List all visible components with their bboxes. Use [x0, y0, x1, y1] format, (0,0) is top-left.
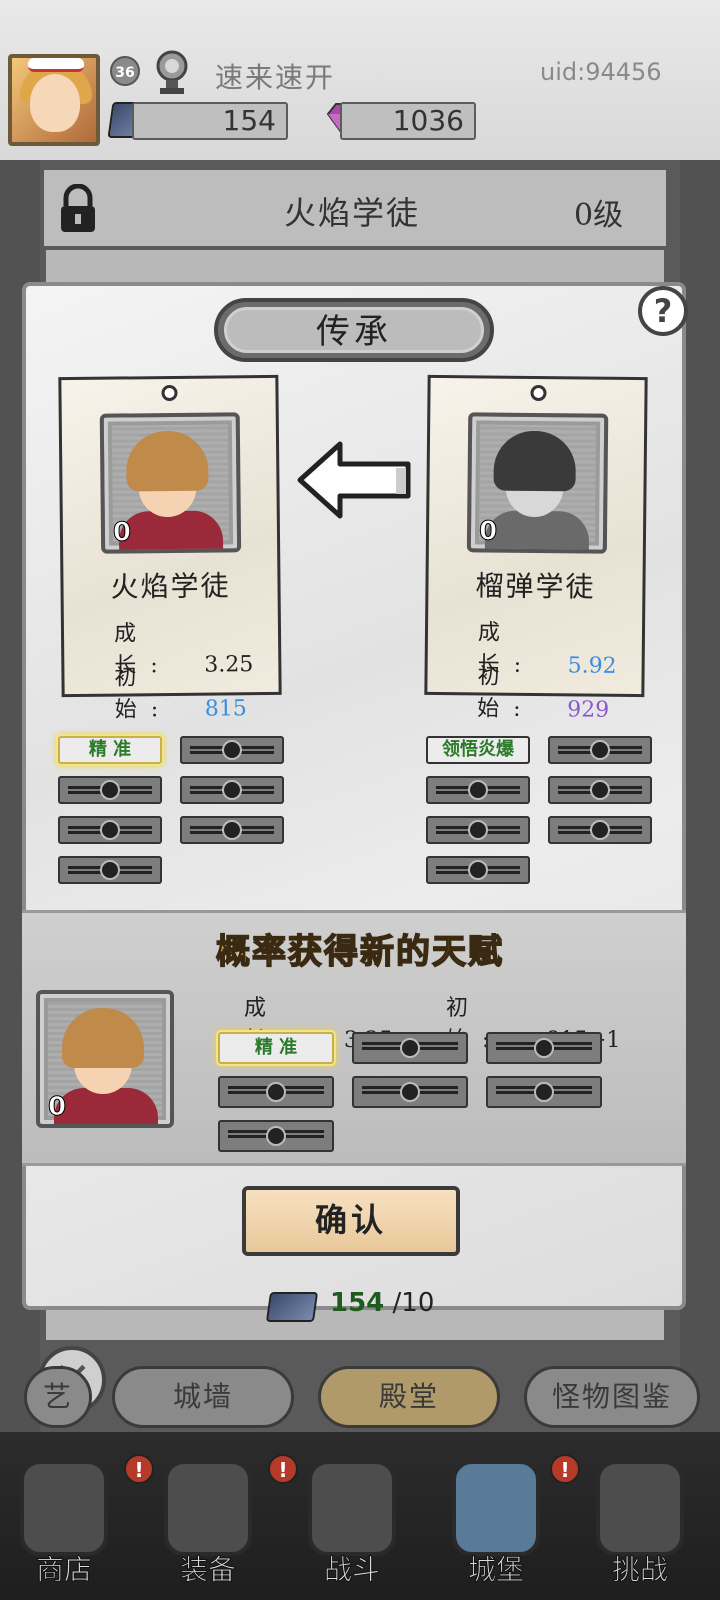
- right-hero-portrait: 0: [466, 412, 609, 554]
- left-hero-card[interactable]: 0 火焰学徒 成 长: 3.25 初 始: 815: [58, 374, 282, 723]
- player-avatar[interactable]: [8, 54, 100, 146]
- left-initial-row: 初 始: 815: [114, 665, 247, 723]
- tab-monster-codex[interactable]: 怪物图鉴: [524, 1366, 700, 1428]
- crossed-swords-icon: [308, 1460, 396, 1556]
- player-uid: uid:94456: [540, 58, 662, 86]
- locked-skill-slot: [58, 776, 162, 804]
- book-counter: 154 /10: [330, 1288, 435, 1318]
- right-frame: [680, 160, 720, 1432]
- nav-equipment[interactable]: 装备: [148, 1448, 268, 1598]
- locked-skill-slot: [352, 1032, 468, 1064]
- locked-skill-slot: [548, 736, 652, 764]
- right-hero-name: 榴弹学徒: [475, 569, 596, 604]
- left-hero-name: 火焰学徒: [110, 569, 231, 604]
- player-name: 速来速开: [215, 61, 336, 94]
- shield-icon: [596, 1460, 684, 1556]
- locked-skill-slot: [548, 816, 652, 844]
- locked-skill-slot: [180, 736, 284, 764]
- result-skill-1[interactable]: 精 准: [218, 1032, 334, 1064]
- backpack-icon: [164, 1460, 252, 1556]
- class-level: 0级: [574, 198, 624, 233]
- locked-skill-slot: [426, 816, 530, 844]
- player-level-badge: 36: [110, 56, 140, 86]
- right-initial-row: 初 始: 929: [477, 664, 610, 723]
- right-skill-1[interactable]: 领悟炎爆: [426, 736, 530, 764]
- left-skill-1[interactable]: 精 准: [58, 736, 162, 764]
- locked-skill-slot: [486, 1076, 602, 1108]
- book-icon: [265, 1292, 319, 1322]
- class-title: 火焰学徒: [284, 194, 421, 232]
- nav-castle[interactable]: 城堡: [436, 1448, 556, 1598]
- nav-battle[interactable]: 战斗: [292, 1448, 412, 1598]
- locked-skill-slot: [352, 1076, 468, 1108]
- result-title: 概率获得新的天赋: [215, 931, 504, 973]
- left-hero-portrait: 0: [99, 412, 242, 554]
- locked-skill-slot: [180, 816, 284, 844]
- class-header: 火焰学徒 0级: [40, 166, 670, 250]
- castle-icon: [452, 1460, 540, 1556]
- locked-skill-slot: [218, 1120, 334, 1152]
- right-hero-card[interactable]: 0 榴弹学徒 成 长: 5.92 初 始: 929: [424, 374, 648, 723]
- tab-partial[interactable]: 艺: [24, 1366, 92, 1428]
- locked-skill-slot: [58, 816, 162, 844]
- transfer-arrow-icon: [297, 441, 411, 519]
- locked-skill-slot: [486, 1032, 602, 1064]
- result-hero-portrait: 0: [36, 990, 174, 1128]
- modal-title: 传承: [214, 298, 494, 362]
- gems-count: 1036: [340, 102, 476, 140]
- locked-skill-slot: [180, 776, 284, 804]
- nav-shop[interactable]: 商店: [4, 1448, 124, 1598]
- shop-icon: [20, 1460, 108, 1556]
- tab-hall[interactable]: 殿堂: [318, 1366, 500, 1428]
- nav-challenge[interactable]: 挑战: [580, 1448, 700, 1598]
- tab-wall[interactable]: 城墙: [112, 1366, 294, 1428]
- locked-skill-slot: [548, 776, 652, 804]
- trophy-icon: [156, 50, 188, 94]
- castle-alert-badge: !: [550, 1454, 580, 1484]
- locked-skill-slot: [426, 776, 530, 804]
- locked-skill-slot: [218, 1076, 334, 1108]
- confirm-button[interactable]: 确认: [242, 1186, 460, 1256]
- locked-skill-slot: [426, 856, 530, 884]
- lock-icon: [61, 184, 95, 232]
- books-count: 154: [132, 102, 288, 140]
- help-button[interactable]: ?: [638, 286, 688, 336]
- locked-skill-slot: [58, 856, 162, 884]
